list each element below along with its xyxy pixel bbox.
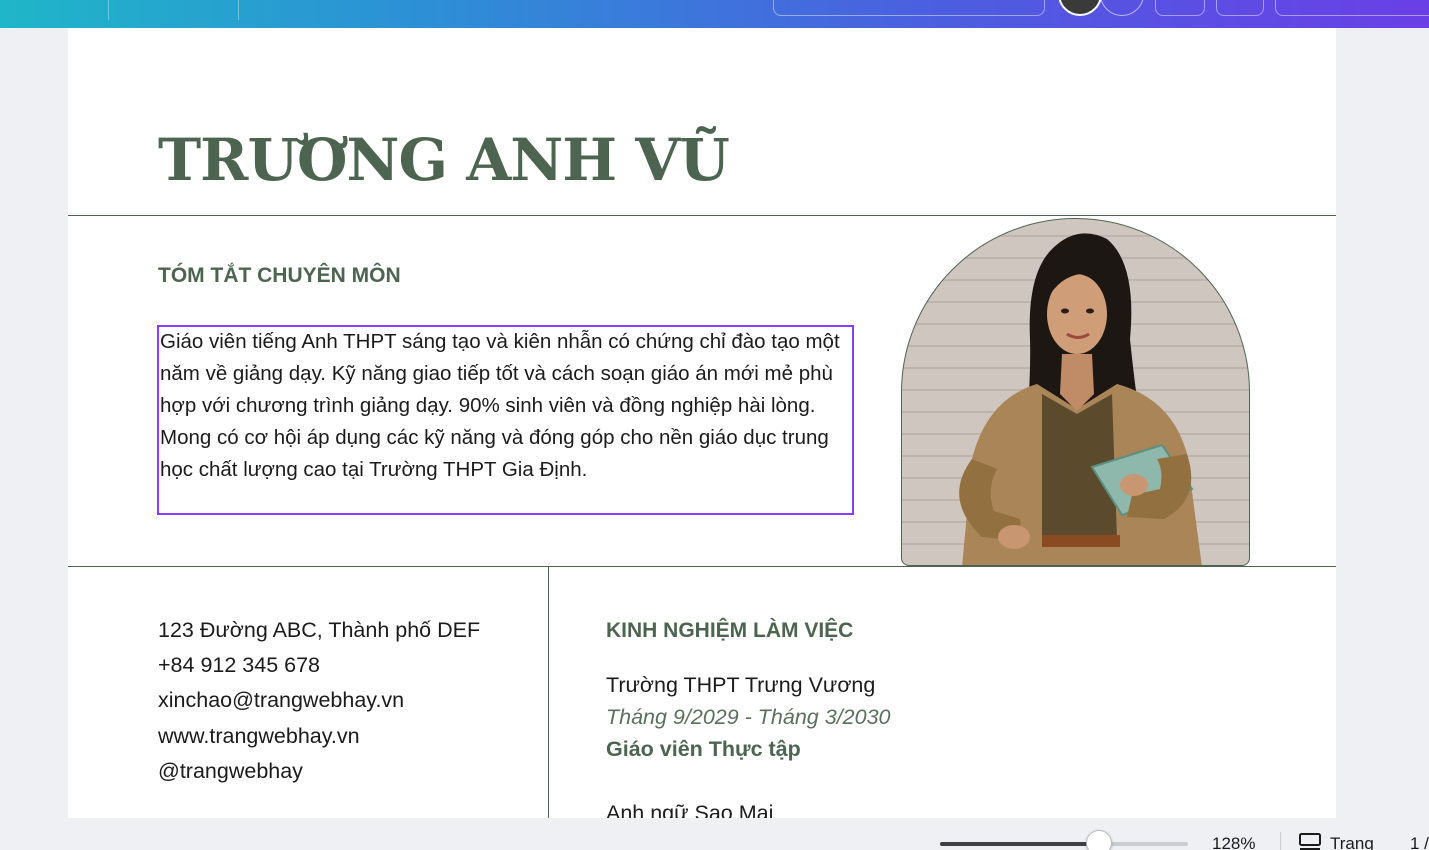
toolbar-divider xyxy=(108,0,109,20)
zoom-slider-fill xyxy=(940,842,1099,846)
resume-page[interactable]: TRƯƠNG ANH VŨ TÓM TẮT CHUYÊN MÔN Giáo vi… xyxy=(68,28,1336,818)
divider-line xyxy=(68,215,1336,216)
contact-address[interactable]: 123 Đường ABC, Thành phố DEF xyxy=(158,618,480,643)
summary-text-box-selected[interactable]: Giáo viên tiếng Anh THPT sáng tạo và kiê… xyxy=(157,325,854,515)
zoom-slider-thumb[interactable] xyxy=(1085,830,1112,850)
summary-heading[interactable]: TÓM TẮT CHUYÊN MÔN xyxy=(158,264,401,288)
pages-label: Trang xyxy=(1330,834,1374,850)
job-company[interactable]: Trường THPT Trưng Vương xyxy=(606,673,875,698)
user-avatar[interactable] xyxy=(1058,0,1102,16)
contact-social[interactable]: @trangwebhay xyxy=(158,759,303,784)
divider-line xyxy=(68,566,1336,567)
share-button[interactable] xyxy=(1275,0,1429,16)
pages-view-button[interactable]: Trang xyxy=(1298,830,1374,850)
comment-icon[interactable] xyxy=(1216,0,1264,16)
summary-text[interactable]: Giáo viên tiếng Anh THPT sáng tạo và kiê… xyxy=(160,326,850,486)
add-collaborator-button[interactable] xyxy=(1100,0,1144,16)
status-divider xyxy=(1280,832,1281,850)
contact-website[interactable]: www.trangwebhay.vn xyxy=(158,724,360,749)
document-title-field[interactable] xyxy=(773,0,1045,16)
job-role[interactable]: Giáo viên Thực tập xyxy=(606,737,801,762)
zoom-slider[interactable] xyxy=(940,842,1188,846)
page-count: 1 / xyxy=(1410,834,1429,850)
experience-heading[interactable]: KINH NGHIỆM LÀM VIỆC xyxy=(606,619,853,643)
zoom-level[interactable]: 128% xyxy=(1212,834,1255,850)
contact-email[interactable]: xinchao@trangwebhay.vn xyxy=(158,688,404,713)
toolbar-divider xyxy=(238,0,239,20)
job-dates[interactable]: Tháng 9/2029 - Tháng 3/2030 xyxy=(606,705,891,730)
analytics-icon[interactable] xyxy=(1155,0,1205,16)
pages-icon xyxy=(1299,833,1321,850)
column-divider xyxy=(548,566,549,818)
status-bar: 128% Trang 1 / xyxy=(0,818,1429,850)
profile-photo[interactable] xyxy=(901,218,1250,566)
contact-phone[interactable]: +84 912 345 678 xyxy=(158,653,320,678)
job-company[interactable]: Anh ngữ Sao Mai xyxy=(606,801,773,818)
editor-toolbar xyxy=(0,0,1429,28)
resume-name[interactable]: TRƯƠNG ANH VŨ xyxy=(158,126,730,194)
profile-photo-illustration xyxy=(959,233,1202,565)
